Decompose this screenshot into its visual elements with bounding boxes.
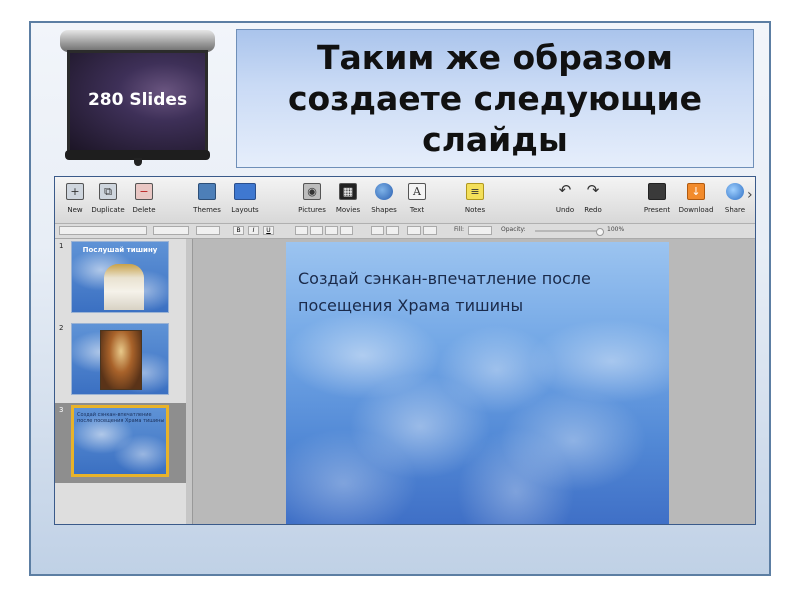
duplicate-label: Duplicate bbox=[91, 206, 125, 214]
slide-thumbnail-1[interactable]: 1 Послушай тишину bbox=[55, 239, 186, 319]
italic-button[interactable]: I bbox=[248, 226, 259, 235]
notes-label: Notes bbox=[464, 206, 486, 214]
projector-roller bbox=[60, 30, 215, 52]
canvas-text-box[interactable]: Создай сэнкан-впечатление после посещени… bbox=[298, 265, 658, 319]
title-box: Таким же образом создаете следующие слай… bbox=[236, 29, 754, 168]
font-family-select[interactable] bbox=[59, 226, 147, 235]
cathedral-image bbox=[104, 264, 144, 310]
thumbnail-preview: Послушай тишину bbox=[71, 241, 169, 313]
projector-handle bbox=[134, 158, 142, 166]
duplicate-button[interactable]: ⧉ Duplicate bbox=[88, 183, 128, 221]
text-button[interactable]: A Text bbox=[397, 183, 437, 221]
globe-icon bbox=[726, 183, 744, 200]
slide-number: 3 bbox=[59, 406, 64, 414]
text-label: Text bbox=[409, 206, 425, 214]
opacity-label: Opacity: bbox=[501, 226, 526, 233]
undo-icon: ↶ bbox=[558, 181, 572, 199]
delete-label: Delete bbox=[132, 206, 156, 214]
fill-color-box[interactable] bbox=[468, 226, 492, 235]
download-label: Download bbox=[678, 206, 714, 214]
painting-image bbox=[100, 330, 142, 390]
slide-number: 2 bbox=[59, 324, 64, 332]
download-button[interactable]: ↓ Download bbox=[676, 183, 716, 221]
align-center-button[interactable] bbox=[310, 226, 323, 235]
redo-icon: ↷ bbox=[586, 181, 600, 199]
share-label: Share bbox=[724, 206, 746, 214]
layouts-label: Layouts bbox=[231, 206, 259, 214]
logo-text: 280 Slides bbox=[87, 90, 188, 110]
slide-thumbnail-3[interactable]: 3 Создай сэнкан-впечатление после посеще… bbox=[55, 403, 186, 483]
present-button[interactable]: Present bbox=[637, 183, 677, 221]
numbered-list-button[interactable] bbox=[423, 226, 437, 235]
themes-icon bbox=[198, 183, 216, 200]
shapes-icon bbox=[375, 183, 393, 200]
thumbnail-title: Послушай тишину bbox=[82, 246, 158, 254]
toolbar: + New ⧉ Duplicate − Delete Themes Layout… bbox=[55, 177, 755, 224]
bullet-list-button[interactable] bbox=[407, 226, 421, 235]
duplicate-icon: ⧉ bbox=[99, 183, 117, 200]
indent-decrease-button[interactable] bbox=[371, 226, 384, 235]
thumbnail-scrollbar[interactable] bbox=[186, 239, 193, 524]
bold-button[interactable]: B bbox=[233, 226, 244, 235]
clapperboard-icon: ▦ bbox=[339, 183, 357, 200]
align-justify-button[interactable] bbox=[340, 226, 353, 235]
slide-number: 1 bbox=[59, 242, 64, 250]
layouts-button[interactable]: Layouts bbox=[225, 183, 265, 221]
app-window: + New ⧉ Duplicate − Delete Themes Layout… bbox=[54, 176, 756, 525]
editor-area: Создай сэнкан-впечатление после посещени… bbox=[193, 239, 755, 524]
new-slide-icon: + bbox=[66, 183, 84, 200]
font-color-box[interactable] bbox=[196, 226, 220, 235]
monitor-icon bbox=[648, 183, 666, 200]
align-left-button[interactable] bbox=[295, 226, 308, 235]
thumbnail-text: Создай сэнкан-впечатление после посещени… bbox=[77, 412, 165, 424]
pictures-label: Pictures bbox=[298, 206, 326, 214]
delete-button[interactable]: − Delete bbox=[124, 183, 164, 221]
slide-thumbnail-panel: 1 Послушай тишину 2 3 Создай сэнкан-впеч… bbox=[55, 239, 187, 524]
opacity-slider[interactable] bbox=[535, 230, 601, 232]
format-bar: B I U Fill: Opacity: 100% bbox=[55, 224, 755, 239]
notes-icon: ≡ bbox=[466, 183, 484, 200]
themes-label: Themes bbox=[193, 206, 221, 214]
redo-button[interactable]: ↷ Redo bbox=[573, 183, 613, 221]
more-tools-chevron-icon[interactable]: › bbox=[747, 187, 753, 203]
redo-label: Redo bbox=[584, 206, 602, 214]
font-size-select[interactable] bbox=[153, 226, 189, 235]
delete-icon: − bbox=[135, 183, 153, 200]
indent-increase-button[interactable] bbox=[386, 226, 399, 235]
thumbnail-preview bbox=[71, 323, 169, 395]
opacity-slider-knob[interactable] bbox=[596, 228, 604, 236]
slide-thumbnail-2[interactable]: 2 bbox=[55, 321, 186, 401]
align-right-button[interactable] bbox=[325, 226, 338, 235]
movies-label: Movies bbox=[335, 206, 361, 214]
slide-canvas[interactable]: Создай сэнкан-впечатление после посещени… bbox=[286, 242, 669, 524]
projector-screen: 280 Slides bbox=[67, 50, 208, 153]
thumbnail-preview: Создай сэнкан-впечатление после посещени… bbox=[71, 405, 169, 477]
fill-label: Fill: bbox=[454, 226, 465, 233]
slide-title: Таким же образом создаете следующие слай… bbox=[287, 38, 703, 159]
themes-button[interactable]: Themes bbox=[187, 183, 227, 221]
280-slides-logo: 280 Slides bbox=[55, 30, 220, 170]
pictures-button[interactable]: ◉ Pictures bbox=[292, 183, 332, 221]
movies-button[interactable]: ▦ Movies bbox=[328, 183, 368, 221]
download-icon: ↓ bbox=[687, 183, 705, 200]
camera-icon: ◉ bbox=[303, 183, 321, 200]
opacity-value: 100% bbox=[607, 226, 625, 233]
present-label: Present bbox=[643, 206, 671, 214]
text-icon: A bbox=[408, 183, 426, 200]
notes-button[interactable]: ≡ Notes bbox=[455, 183, 495, 221]
layouts-icon bbox=[234, 183, 256, 200]
underline-button[interactable]: U bbox=[263, 226, 274, 235]
